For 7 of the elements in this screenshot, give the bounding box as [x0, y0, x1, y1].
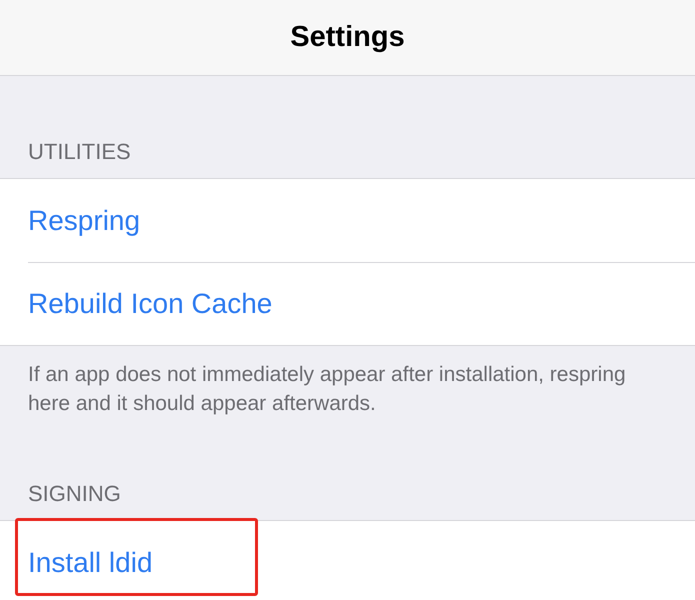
- settings-row-link[interactable]: Respring: [28, 204, 140, 236]
- section-header: SIGNING: [27, 480, 122, 508]
- screen-title: Settings: [290, 21, 405, 54]
- settings-row-link[interactable]: Rebuild Icon Cache: [28, 288, 272, 320]
- section-footer: If an app does not immediately appear after installation, respring here and it should appear afterwards.: [0, 346, 686, 418]
- section-header: UTILITIES: [27, 138, 132, 166]
- settings-row-link[interactable]: Install ldid: [28, 546, 153, 578]
